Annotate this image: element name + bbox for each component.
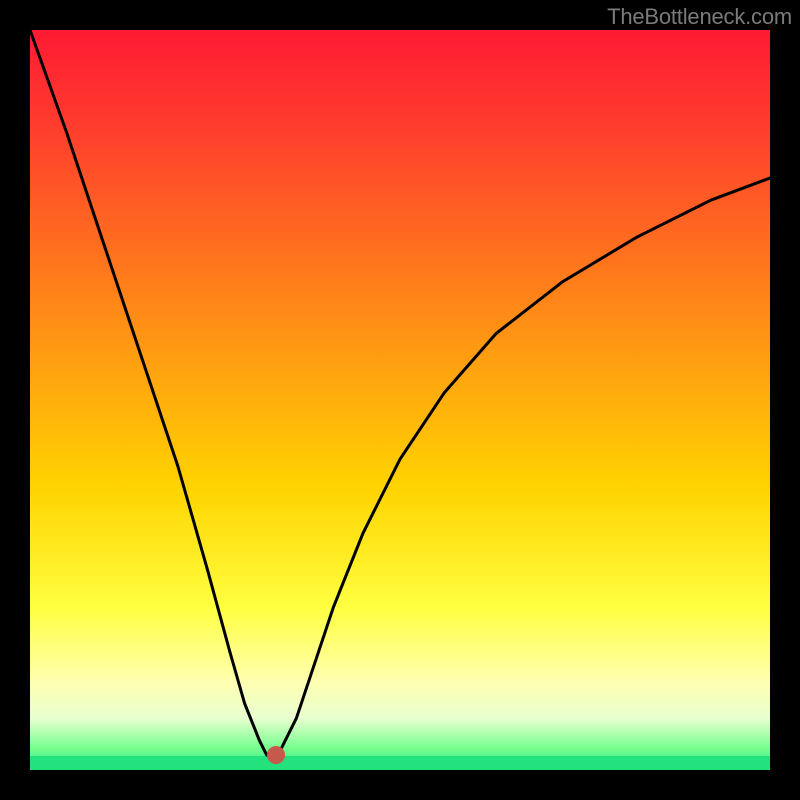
minimum-marker <box>267 746 285 764</box>
chart-frame: TheBottleneck.com <box>0 0 800 800</box>
plot-area <box>30 30 770 770</box>
bottleneck-curve <box>30 30 770 755</box>
watermark-text: TheBottleneck.com <box>607 4 792 30</box>
curve-layer <box>30 30 770 770</box>
